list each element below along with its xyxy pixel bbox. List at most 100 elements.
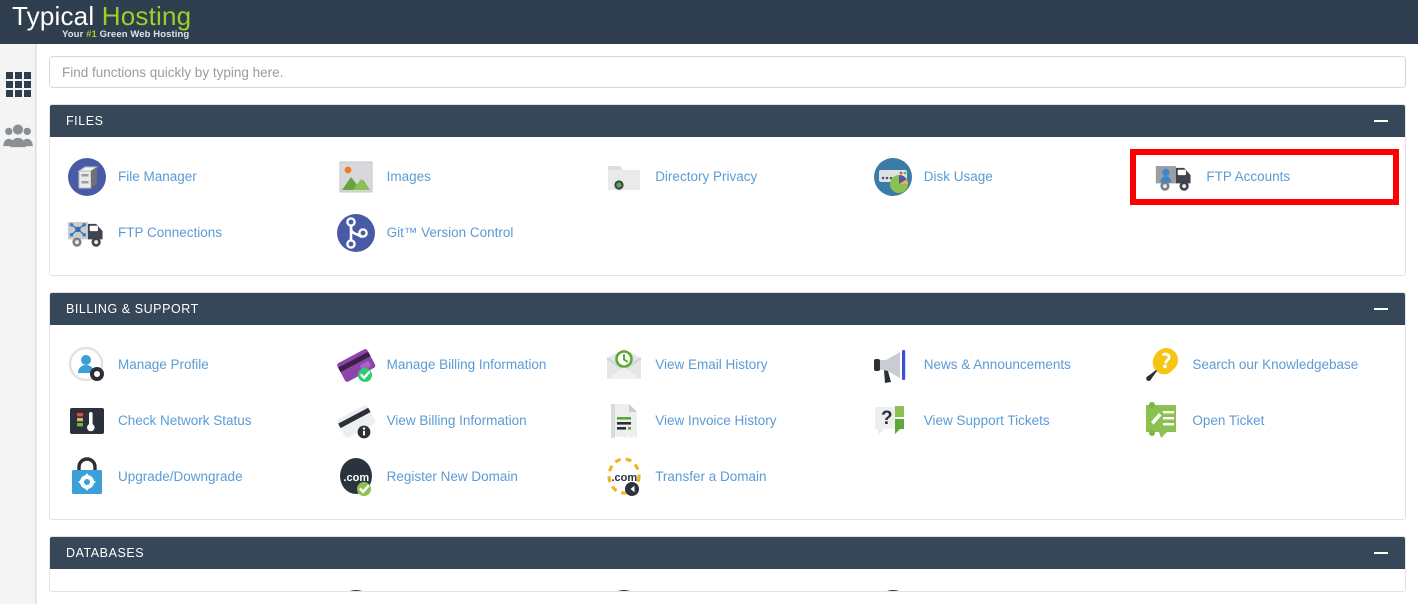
item-manage-billing-information[interactable]: Manage Billing Information [325,337,594,393]
collapse-databases-button[interactable] [1373,545,1389,561]
item-images[interactable]: Images [325,149,594,205]
page-body: FILES [0,44,1418,604]
item-database-1[interactable] [325,581,594,591]
sidebar-item-user-manager[interactable] [0,110,36,162]
item-database-3[interactable] [862,581,1131,591]
files-row-2: FTP Connections Git™ Version Control [56,205,1399,261]
item-label: Register New Domain [386,469,518,484]
disk-usage-icon [872,156,914,198]
item-label: File Manager [118,169,197,184]
search-input[interactable] [49,56,1406,88]
grid-icon [5,71,31,97]
brand-name-second: Hosting [101,1,192,31]
billing-row-3: Upgrade/Downgrade .com Register New Doma… [56,449,1399,505]
collapse-billing-support-button[interactable] [1373,301,1389,317]
sidebar [0,44,36,604]
database-icon-2 [603,588,645,591]
item-label: News & Announcements [923,357,1071,372]
item-view-billing-information[interactable]: View Billing Information [325,393,594,449]
transfer-domain-icon: .com [603,456,645,498]
panel-files: FILES File Manager Images Directory Priv… [49,104,1406,276]
item-directory-privacy[interactable]: Directory Privacy [593,149,862,205]
folder-lock-icon [603,156,645,198]
panel-body-billing-support: Manage Profile Manage Billing Informatio… [50,325,1405,519]
panel-billing-support: BILLING & SUPPORT Manage Profile Manage … [49,292,1406,520]
item-disk-usage[interactable]: Disk Usage [862,149,1131,205]
item-git-version-control[interactable]: Git™ Version Control [325,205,594,261]
item-search-knowledgebase[interactable]: Search our Knowledgebase [1130,337,1399,393]
item-manage-profile[interactable]: Manage Profile [56,337,325,393]
item-label: Manage Profile [118,357,209,372]
databases-row-1 [56,581,1399,591]
item-label: Open Ticket [1192,413,1265,428]
item-view-invoice-history[interactable]: View Invoice History [593,393,862,449]
users-icon [3,124,33,148]
panel-header-files: FILES [50,105,1405,137]
panel-header-billing-support: BILLING & SUPPORT [50,293,1405,325]
brand-bar: Typical Hosting Your #1 Green Web Hostin… [0,0,1418,44]
item-ftp-connections[interactable]: FTP Connections [56,205,325,261]
item-label: Disk Usage [923,169,993,184]
tagline-pre: Your [62,29,87,40]
email-history-icon [603,344,645,386]
brand-title: Typical Hosting [12,0,191,30]
item-view-email-history[interactable]: View Email History [593,337,862,393]
panel-body-databases [50,569,1405,591]
item-database-2[interactable] [593,581,862,591]
tagline-hash: #1 [86,29,97,40]
item-open-ticket[interactable]: Open Ticket [1130,393,1399,449]
item-label: Upgrade/Downgrade [118,469,243,484]
item-label: Check Network Status [118,413,252,428]
main-content: FILES [36,44,1418,604]
item-label: FTP Accounts [1206,169,1291,184]
brand-logo[interactable]: Typical Hosting Your #1 Green Web Hostin… [12,0,191,40]
shopping-bag-icon [66,456,108,498]
item-label: Transfer a Domain [655,469,767,484]
file-cabinet-icon [66,156,108,198]
open-ticket-icon [1140,400,1182,442]
item-register-new-domain[interactable]: .com Register New Domain [325,449,594,505]
item-label: Images [386,169,431,184]
panel-title-files: FILES [66,114,104,128]
database-icon-1 [335,588,377,591]
collapse-files-button[interactable] [1373,113,1389,129]
register-domain-icon: .com [335,456,377,498]
item-label: View Billing Information [386,413,527,428]
item-news-announcements[interactable]: News & Announcements [862,337,1131,393]
ftp-connections-icon [66,212,108,254]
item-label: View Support Tickets [923,413,1050,428]
files-row-1: File Manager Images Directory Privacy Di… [56,149,1399,205]
billing-row-1: Manage Profile Manage Billing Informatio… [56,337,1399,393]
sidebar-item-tools[interactable] [0,58,36,110]
item-file-manager[interactable]: File Manager [56,149,325,205]
panel-body-files: File Manager Images Directory Privacy Di… [50,137,1405,275]
item-view-support-tickets[interactable]: ? View Support Tickets [862,393,1131,449]
svg-text:?: ? [881,408,893,429]
item-label: Directory Privacy [655,169,758,184]
item-ftp-accounts[interactable]: FTP Accounts [1130,149,1399,205]
item-label: View Email History [655,357,768,372]
billing-row-2: Check Network Status View Billing Inform… [56,393,1399,449]
database-icon-3 [872,588,914,591]
item-label: Search our Knowledgebase [1192,357,1359,372]
question-chat-icon: ? [872,400,914,442]
item-label: FTP Connections [118,225,223,240]
git-icon [335,212,377,254]
item-upgrade-downgrade[interactable]: Upgrade/Downgrade [56,449,325,505]
tagline-post: Green Web Hosting [96,29,190,40]
panel-databases: DATABASES [49,536,1406,592]
item-check-network-status[interactable]: Check Network Status [56,393,325,449]
credit-card-info-icon [335,400,377,442]
item-transfer-a-domain[interactable]: .com Transfer a Domain [593,449,862,505]
lightbulb-question-icon [1140,344,1182,386]
panel-title-billing-support: BILLING & SUPPORT [66,302,199,316]
panel-title-databases: DATABASES [66,546,145,560]
item-label: View Invoice History [655,413,777,428]
